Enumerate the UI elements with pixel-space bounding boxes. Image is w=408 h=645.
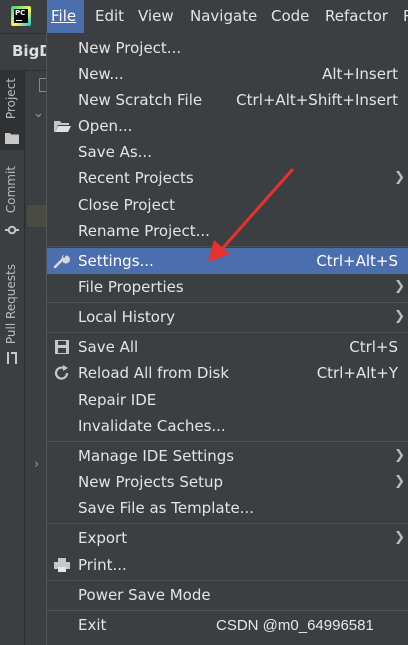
- tool-tab-commit[interactable]: Commit: [0, 160, 24, 240]
- menu-item-label: Open...: [78, 117, 133, 135]
- menu-item-label: Recent Projects: [78, 169, 194, 187]
- menu-separator: [47, 246, 408, 247]
- menu-item-label: Rename Project...: [78, 222, 210, 240]
- menu-item-label: Save All: [78, 338, 139, 356]
- menu-item-invalidate-caches[interactable]: Invalidate Caches...: [47, 413, 408, 439]
- floppy-disk-icon: [55, 340, 69, 354]
- menu-item-save-all[interactable]: Save All Ctrl+S: [47, 334, 408, 360]
- chevron-right-icon: ❯: [394, 448, 405, 463]
- menu-view[interactable]: View: [134, 0, 178, 33]
- chevron-right-icon[interactable]: ›: [34, 457, 39, 472]
- chevron-right-icon: ❯: [394, 279, 405, 294]
- menu-item-label: Invalidate Caches...: [78, 417, 226, 435]
- commit-icon: [5, 225, 19, 235]
- chevron-right-icon: ❯: [394, 170, 405, 185]
- menu-item-label: New Project...: [78, 39, 182, 57]
- menu-item-shortcut: Ctrl+S: [349, 338, 398, 356]
- menu-edit-label: Edit: [95, 7, 125, 25]
- menu-navigate-label: Navigate: [190, 7, 258, 25]
- pycharm-logo-icon: PC: [11, 6, 31, 26]
- tool-tab-commit-label: Commit: [4, 166, 18, 214]
- chevron-right-icon: ❯: [394, 474, 405, 489]
- menu-item-export[interactable]: Export ❯: [47, 525, 408, 551]
- menu-item-new[interactable]: New... Alt+Insert: [47, 61, 408, 87]
- menu-item-label: New Scratch File: [78, 91, 203, 109]
- menu-item-power-save-mode[interactable]: Power Save Mode: [47, 582, 408, 608]
- menu-edit[interactable]: Edit: [91, 0, 128, 33]
- menu-item-label: Export: [78, 529, 128, 547]
- folder-open-icon: [54, 121, 71, 132]
- menu-item-label: Power Save Mode: [78, 586, 211, 604]
- menu-item-label: Exit: [78, 616, 107, 634]
- menu-item-open[interactable]: Open...: [47, 113, 408, 139]
- chevron-right-icon: ❯: [394, 530, 405, 545]
- reload-icon: [54, 365, 69, 380]
- menu-item-file-properties[interactable]: File Properties ❯: [47, 274, 408, 300]
- menu-file[interactable]: File: [47, 0, 84, 33]
- menu-separator: [47, 302, 408, 303]
- menu-item-save-file-as-template[interactable]: Save File as Template...: [47, 495, 408, 521]
- menu-item-new-project[interactable]: New Project...: [47, 35, 408, 61]
- folder-icon: [5, 133, 19, 144]
- menu-item-close-project[interactable]: Close Project: [47, 192, 408, 218]
- tool-tab-project-label: Project: [4, 78, 18, 120]
- menu-navigate[interactable]: Navigate: [186, 0, 261, 33]
- menu-item-label: Save File as Template...: [78, 499, 254, 517]
- menu-item-label: File Properties: [78, 278, 184, 296]
- tool-tab-pull-requests[interactable]: Pull Requests: [0, 260, 24, 375]
- tool-tab-project[interactable]: Project: [0, 70, 24, 150]
- menu-item-new-projects-setup[interactable]: New Projects Setup ❯: [47, 469, 408, 495]
- menu-item-new-scratch-file[interactable]: New Scratch File Ctrl+Alt+Shift+Insert: [47, 87, 408, 113]
- menu-separator: [47, 332, 408, 333]
- menu-item-label: Manage IDE Settings: [78, 447, 235, 465]
- file-menu-dropdown: New Project... New... Alt+Insert New Scr…: [46, 33, 408, 645]
- menu-run[interactable]: R: [399, 0, 408, 33]
- menu-item-rename-project[interactable]: Rename Project...: [47, 218, 408, 244]
- menu-item-label: Reload All from Disk: [78, 364, 230, 382]
- main-menu-bar: PC File Edit View Navigate Code Refactor…: [0, 0, 408, 34]
- menu-item-label: New...: [78, 65, 124, 83]
- menu-item-shortcut: Ctrl+Alt+S: [316, 252, 398, 270]
- menu-item-save-as[interactable]: Save As...: [47, 139, 408, 165]
- menu-item-label: Save As...: [78, 143, 152, 161]
- menu-item-shortcut: Ctrl+Alt+Shift+Insert: [236, 91, 398, 109]
- menu-refactor[interactable]: Refactor: [321, 0, 392, 33]
- menu-run-label: R: [403, 7, 408, 25]
- menu-item-shortcut: Ctrl+Alt+Y: [316, 364, 398, 382]
- menu-separator: [47, 523, 408, 524]
- menu-separator: [47, 441, 408, 442]
- menu-code[interactable]: Code: [267, 0, 313, 33]
- menu-item-shortcut: Alt+Insert: [322, 65, 398, 83]
- tool-window-strip: Project Commit Pull Requests: [0, 70, 25, 645]
- watermark-text: CSDN @m0_64996581: [216, 617, 374, 634]
- menu-item-local-history[interactable]: Local History ❯: [47, 304, 408, 330]
- menu-file-label: File: [51, 7, 77, 25]
- chevron-down-icon: ⌄: [33, 106, 44, 121]
- tool-tab-pull-requests-label: Pull Requests: [4, 264, 18, 345]
- menu-item-label: Settings...: [78, 252, 154, 270]
- wrench-icon: [53, 254, 70, 269]
- menu-separator: [47, 580, 408, 581]
- menu-item-recent-projects[interactable]: Recent Projects ❯: [47, 165, 408, 191]
- menu-item-label: Print...: [78, 556, 127, 574]
- menu-refactor-label: Refactor: [325, 7, 388, 25]
- menu-view-label: View: [138, 7, 174, 25]
- menu-item-label: Repair IDE: [78, 391, 157, 409]
- menu-item-manage-ide-settings[interactable]: Manage IDE Settings ❯: [47, 443, 408, 469]
- menu-item-reload-all[interactable]: Reload All from Disk Ctrl+Alt+Y: [47, 360, 408, 386]
- menu-item-repair-ide[interactable]: Repair IDE: [47, 387, 408, 413]
- menu-item-label: Local History: [78, 308, 176, 326]
- menu-item-label: New Projects Setup: [78, 473, 224, 491]
- chevron-right-icon: ❯: [394, 309, 405, 324]
- menu-item-print[interactable]: Print...: [47, 552, 408, 578]
- menu-item-label: Close Project: [78, 196, 175, 214]
- printer-icon: [54, 558, 70, 572]
- tree-selection-highlight: [27, 205, 47, 227]
- menu-separator: [47, 610, 408, 611]
- pull-request-icon: [7, 352, 17, 364]
- menu-item-settings[interactable]: Settings... Ctrl+Alt+S: [47, 248, 408, 274]
- menu-code-label: Code: [271, 7, 310, 25]
